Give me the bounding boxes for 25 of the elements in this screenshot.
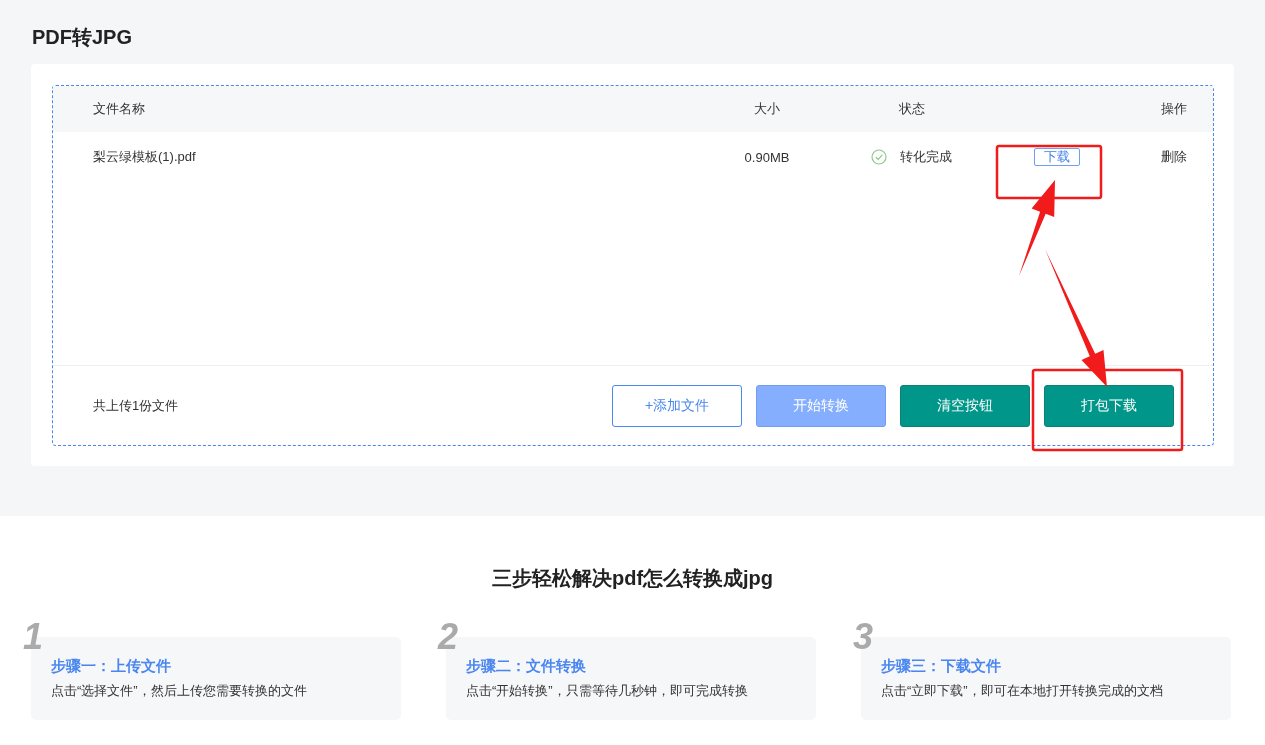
step-title: 步骤三：下载文件 — [881, 656, 1002, 676]
column-header: 状态 — [898, 100, 926, 118]
page-title: PDF转JPG — [32, 25, 134, 50]
step-description: 点击“开始转换”，只需等待几秒钟，即可完成转换 — [466, 682, 749, 700]
step-number: 2 — [438, 619, 459, 655]
column-header: 文件名称 — [93, 100, 146, 118]
delete-link[interactable]: 删除 — [1161, 148, 1187, 166]
file-count: 共上传1份文件 — [93, 396, 179, 415]
step-number: 1 — [23, 619, 44, 655]
section-title: 三步轻松解决pdf怎么转换成jpg — [490, 566, 775, 591]
file-name: 梨云绿模板(1).pdf — [93, 148, 197, 166]
step-description: 点击“立即下载”，即可在本地打开转换完成的文档 — [881, 682, 1164, 700]
action-button[interactable]: +添加文件 — [612, 384, 742, 427]
step-number: 3 — [853, 619, 874, 655]
column-header: 操作 — [1160, 100, 1187, 118]
file-size: 0.90MB — [743, 149, 791, 165]
action-button[interactable]: 清空按钮 — [900, 384, 1030, 427]
download-button[interactable]: 下载 — [1034, 148, 1080, 166]
status-text: 转化完成 — [900, 148, 952, 166]
action-button[interactable]: 打包下载 — [1044, 384, 1174, 427]
step-title: 步骤一：上传文件 — [51, 656, 172, 676]
action-button[interactable]: 开始转换 — [756, 384, 886, 427]
step-title: 步骤二：文件转换 — [466, 656, 587, 676]
step-description: 点击“选择文件”，然后上传您需要转换的文件 — [51, 682, 308, 700]
column-header: 大小 — [753, 100, 781, 118]
